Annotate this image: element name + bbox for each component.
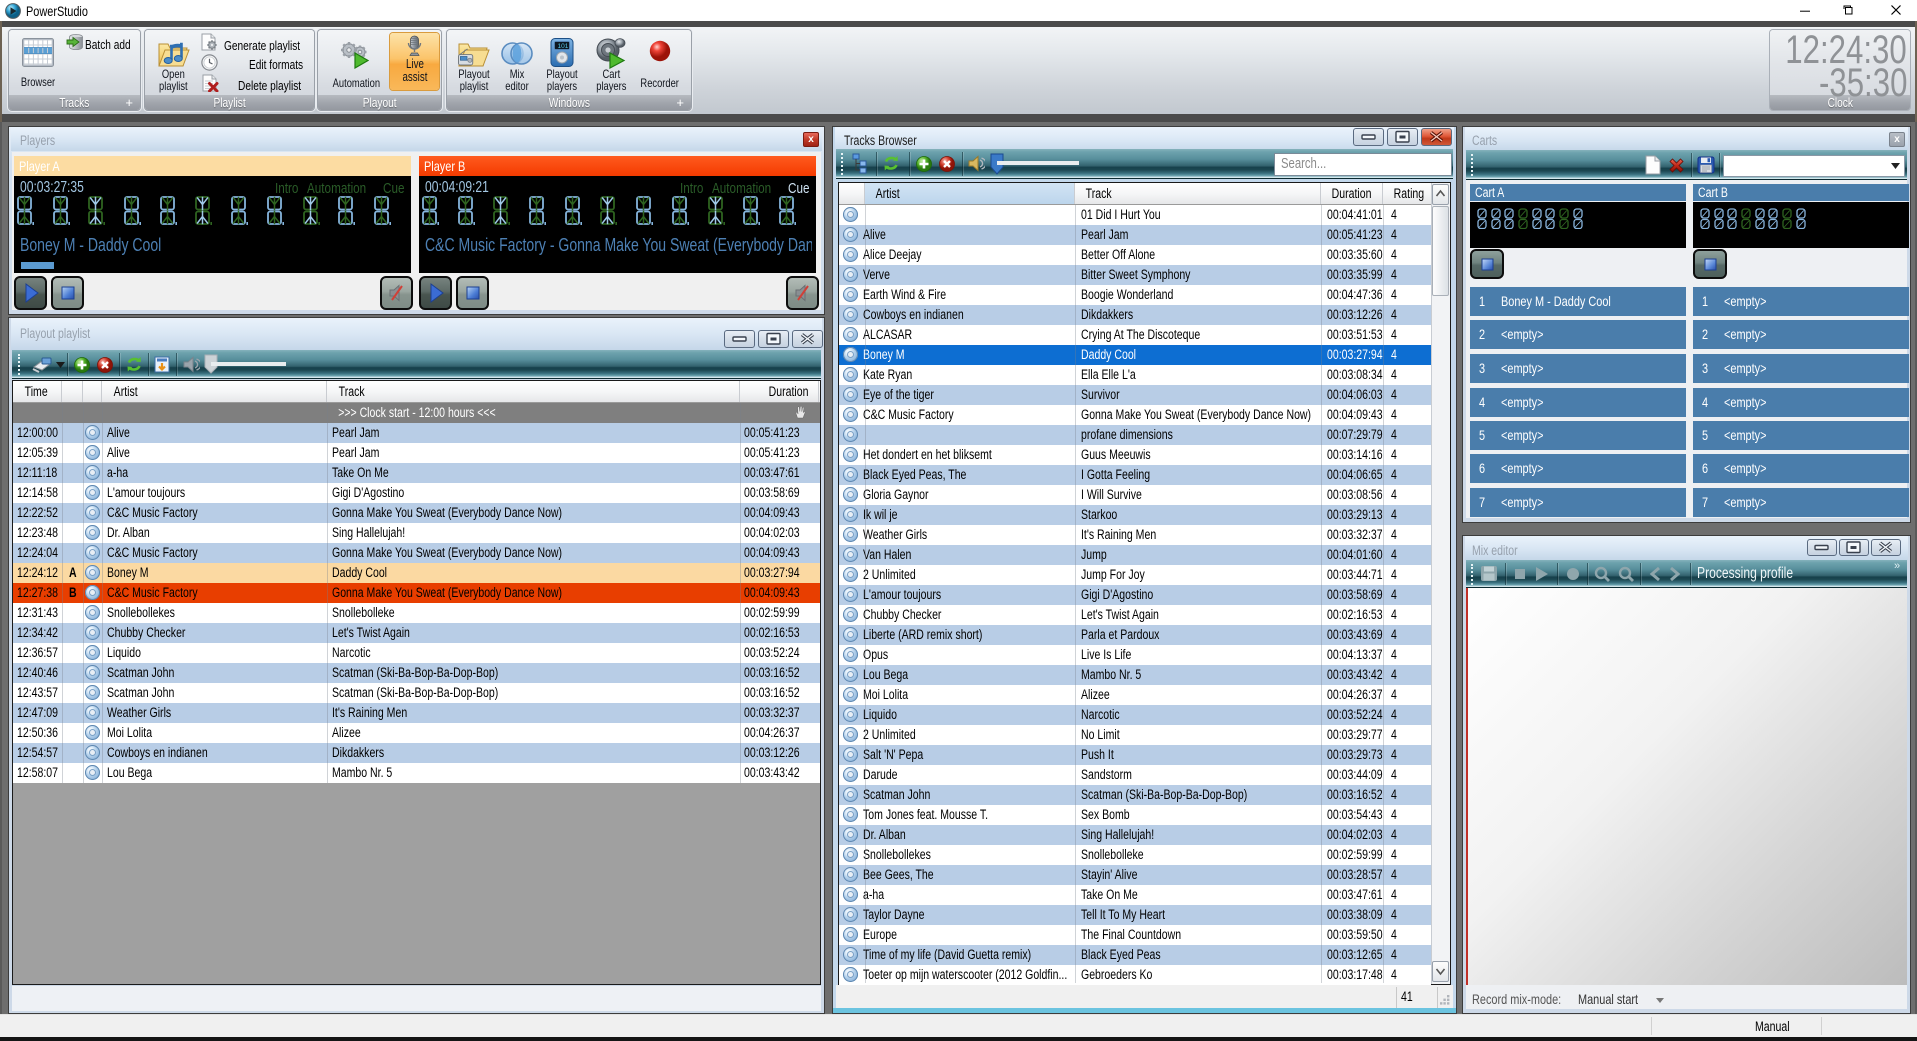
svg-text:101: 101 bbox=[558, 43, 569, 50]
